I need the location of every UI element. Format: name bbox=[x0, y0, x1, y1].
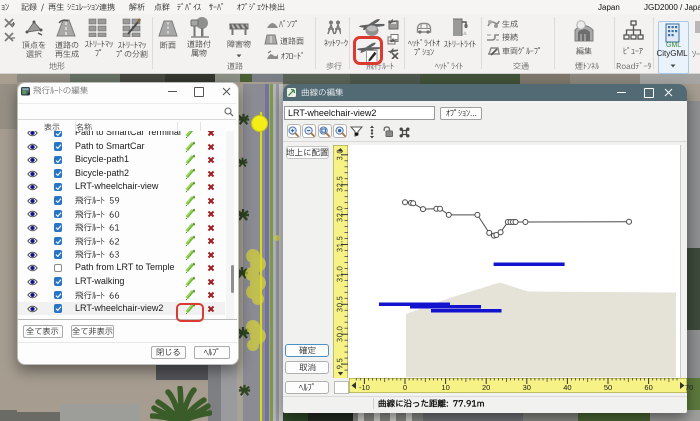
svg-text:GML: GML bbox=[666, 42, 681, 48]
